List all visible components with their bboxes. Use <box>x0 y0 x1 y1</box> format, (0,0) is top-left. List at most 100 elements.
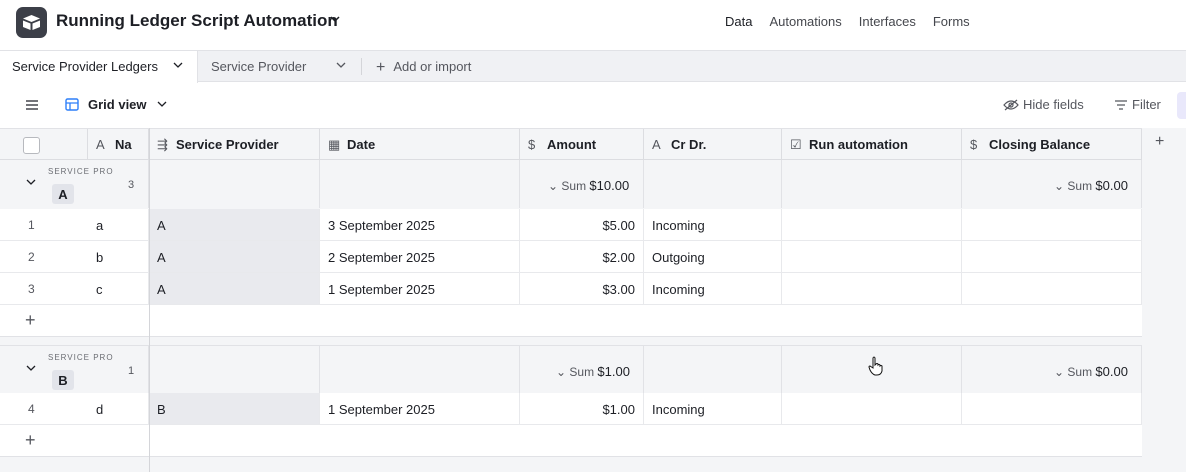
date-cell[interactable]: 1 September 2025 <box>320 393 520 424</box>
top-bar: Running Ledger Script Automation Data Au… <box>0 0 1186 46</box>
date-cell[interactable]: 2 September 2025 <box>320 241 520 272</box>
name-cell[interactable]: c <box>88 273 149 304</box>
date-cell[interactable]: 3 September 2025 <box>320 209 520 240</box>
row-number: 4 <box>28 402 35 416</box>
closing-balance-cell[interactable] <box>962 273 1142 304</box>
service-provider-cell[interactable]: B <box>149 393 320 424</box>
sum-label: Sum <box>569 365 595 379</box>
chevron-down-icon[interactable] <box>173 61 183 69</box>
column-header-service-provider[interactable]: ⇶ Service Provider <box>149 129 320 160</box>
group-cell <box>149 346 320 393</box>
column-header-closing-balance[interactable]: $ Closing Balance <box>962 129 1142 160</box>
cr-dr-cell[interactable]: Outgoing <box>644 241 782 272</box>
chevron-down-icon[interactable] <box>157 100 167 108</box>
table-row[interactable]: 2 b A 2 September 2025 $2.00 Outgoing <box>0 241 1142 273</box>
chevron-down-icon[interactable] <box>336 61 346 69</box>
checkbox-field-icon: ☑ <box>790 137 802 152</box>
column-header-cr-dr[interactable]: A Cr Dr. <box>644 129 782 160</box>
text-field-icon: A <box>96 137 105 152</box>
column-header-name[interactable]: A Na <box>88 129 149 160</box>
base-logo-icon[interactable] <box>16 7 47 38</box>
add-record-row[interactable]: + <box>0 305 1142 337</box>
filter-label: Filter <box>1132 97 1161 112</box>
column-header-row: A Na ⇶ Service Provider ▦ Date $ Amount A Cr … <box>0 128 1142 160</box>
table-row[interactable]: 1 a A 3 September 2025 $5.00 Incoming <box>0 209 1142 241</box>
run-automation-cell[interactable] <box>782 273 962 304</box>
column-label: Na <box>115 137 132 152</box>
amount-summary[interactable]: ⌄ Sum $1.00 <box>556 364 630 379</box>
row-number: 1 <box>28 218 35 232</box>
service-provider-cell[interactable]: A <box>149 209 320 240</box>
chevron-down-icon[interactable] <box>329 14 341 24</box>
chevron-down-icon[interactable] <box>26 364 36 372</box>
amount-cell[interactable]: $3.00 <box>520 273 644 304</box>
column-header-amount[interactable]: $ Amount <box>520 129 644 160</box>
currency-icon: $ <box>528 137 536 152</box>
amount-summary[interactable]: ⌄ Sum $10.00 <box>548 178 629 193</box>
hamburger-menu-icon[interactable] <box>25 99 39 111</box>
closing-balance-summary[interactable]: ⌄ Sum $0.00 <box>1054 364 1128 379</box>
add-record-row[interactable]: + <box>0 425 1142 457</box>
column-header-date[interactable]: ▦ Date <box>320 129 520 160</box>
chevron-down-icon[interactable] <box>26 178 36 186</box>
run-automation-cell[interactable] <box>782 241 962 272</box>
amount-cell[interactable]: $2.00 <box>520 241 644 272</box>
run-automation-cell[interactable] <box>782 393 962 424</box>
cr-dr-cell[interactable]: Incoming <box>644 393 782 424</box>
cr-dr-cell[interactable]: Incoming <box>644 209 782 240</box>
closing-balance-cell[interactable] <box>962 393 1142 424</box>
data-grid: A Na ⇶ Service Provider ▦ Date $ Amount A Cr … <box>0 128 1186 472</box>
closing-balance-cell[interactable] <box>962 209 1142 240</box>
sum-value: $10.00 <box>589 178 630 193</box>
service-provider-cell[interactable]: A <box>149 273 320 304</box>
base-title[interactable]: Running Ledger Script Automation <box>56 11 338 31</box>
filter-icon <box>1115 100 1127 110</box>
sum-value: $0.00 <box>1095 178 1128 193</box>
nav-interfaces[interactable]: Interfaces <box>859 14 916 29</box>
closing-balance-summary[interactable]: ⌄ Sum $0.00 <box>1054 178 1128 193</box>
amount-cell[interactable]: $1.00 <box>520 393 644 424</box>
amount-cell[interactable]: $5.00 <box>520 209 644 240</box>
column-label: Amount <box>547 137 597 152</box>
table-row[interactable]: 4 d B 1 September 2025 $1.00 Incoming <box>0 393 1142 425</box>
name-cell[interactable]: d <box>88 393 149 424</box>
filter-button[interactable]: Filter <box>1114 97 1161 112</box>
sum-label: Sum <box>1067 365 1093 379</box>
select-all-checkbox[interactable] <box>23 137 40 154</box>
hide-fields-button[interactable]: Hide fields <box>1003 97 1084 112</box>
hide-fields-label: Hide fields <box>1023 97 1084 112</box>
view-switcher[interactable]: Grid view <box>88 97 147 112</box>
plus-icon[interactable]: + <box>25 430 36 451</box>
name-cell[interactable]: a <box>88 209 149 240</box>
date-cell[interactable]: 1 September 2025 <box>320 273 520 304</box>
cr-dr-cell[interactable]: Incoming <box>644 273 782 304</box>
column-header-run-automation[interactable]: ☑ Run automation <box>782 129 962 160</box>
nav-data[interactable]: Data <box>725 14 752 29</box>
group-cell <box>320 346 520 393</box>
closing-balance-cell[interactable] <box>962 241 1142 272</box>
tab-service-provider-ledgers[interactable]: Service Provider Ledgers <box>0 51 198 83</box>
name-cell[interactable]: b <box>88 241 149 272</box>
group-cell <box>782 160 962 208</box>
plus-icon: + <box>376 59 386 76</box>
sum-value: $1.00 <box>597 364 630 379</box>
top-nav: Data Automations Interfaces Forms <box>725 14 970 29</box>
run-automation-cell[interactable] <box>782 209 962 240</box>
link-field-icon: ⇶ <box>157 137 168 152</box>
table-tab-bar: Service Provider Ledgers Service Provide… <box>0 50 1186 83</box>
toolbar-edge-button[interactable] <box>1177 92 1186 119</box>
table-row[interactable]: 3 c A 1 September 2025 $3.00 Incoming <box>0 273 1142 305</box>
nav-forms[interactable]: Forms <box>933 14 970 29</box>
column-label: Run automation <box>809 137 908 152</box>
tab-service-provider[interactable]: Service Provider <box>211 59 306 74</box>
group-header[interactable]: SERVICE PRO B 1 ⌄ Sum $1.00 ⌄ Sum $0.00 <box>0 345 1142 393</box>
add-field-icon[interactable]: + <box>1155 133 1164 151</box>
service-provider-cell[interactable]: A <box>149 241 320 272</box>
group-count: 3 <box>128 179 135 191</box>
group-field-label: SERVICE PRO <box>48 353 114 362</box>
plus-icon[interactable]: + <box>25 310 36 331</box>
group-header[interactable]: SERVICE PRO A 3 ⌄ Sum $10.00 ⌄ Sum $0.00 <box>0 160 1142 208</box>
column-label: Service Provider <box>176 137 279 152</box>
add-or-import-button[interactable]: + Add or import <box>376 59 471 77</box>
nav-automations[interactable]: Automations <box>769 14 841 29</box>
